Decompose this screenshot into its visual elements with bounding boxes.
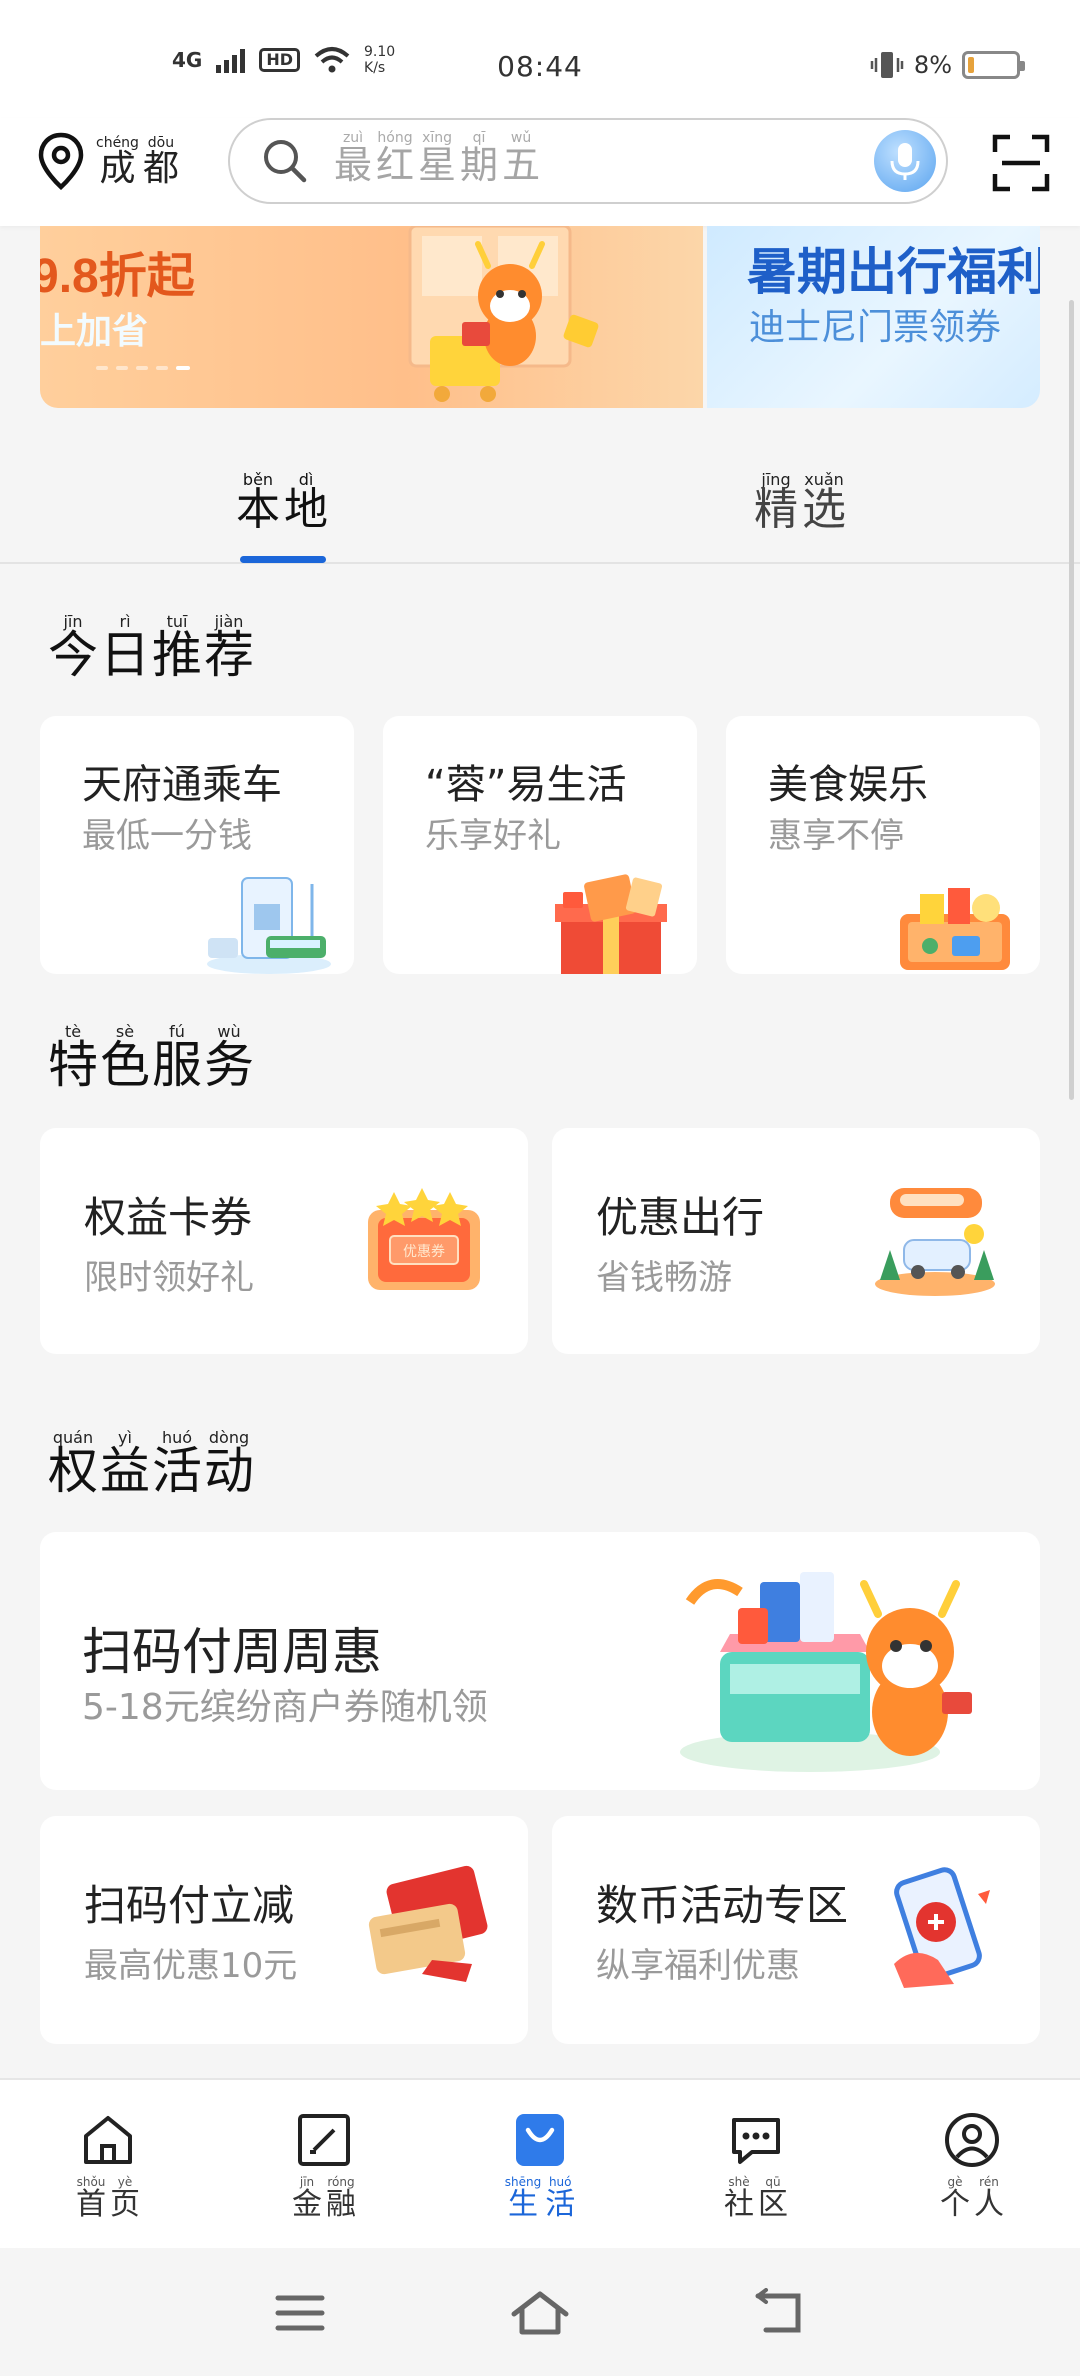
bottom-navigation: shǒu 首 yè 页 jīn 金 róng 融 shēng 生 huó 活 shè 社 qū… (0, 2078, 1080, 2248)
nav-home-label: shǒu 首 yè 页 (76, 2175, 140, 2222)
tab-selected-picks[interactable]: jīng 精 xuǎn 选 (754, 472, 846, 532)
search-placeholder: zuì 最 hóng 红 xīng 星 qī 期 wǔ 五 (334, 130, 541, 187)
tab-local[interactable]: běn 本 dì 地 (236, 472, 328, 532)
gift-box-icon (555, 874, 667, 974)
card-subtitle: 惠享不停 (768, 816, 904, 856)
battery-icon (962, 51, 1025, 79)
banner-discount-sub: 上加省 (40, 311, 149, 352)
card-food-entertainment[interactable]: 美食娱乐 惠享不停 (726, 716, 1040, 974)
vibrate-icon (870, 52, 904, 78)
card-title: 优惠出行 (596, 1193, 765, 1242)
content-tabs: běn 本 dì 地 jīng 精 xuǎn 选 (0, 460, 1080, 564)
card-coupons[interactable]: 权益卡券 限时领好礼 优惠券 (40, 1128, 528, 1354)
card-subtitle: 最低一分钱 (82, 816, 252, 856)
nav-community-label: shè 社 qū 区 (724, 2175, 788, 2222)
location-pin-icon (38, 132, 84, 190)
card-title: 扫码付立减 (84, 1881, 295, 1930)
card-rong-life[interactable]: “蓉”易生活 乐享好礼 (383, 716, 697, 974)
finance-icon (298, 2114, 350, 2166)
nav-finance[interactable]: jīn 金 róng 融 (264, 2110, 384, 2220)
section-title-today: jīn 今 rì 日 tuī 推 jiàn 荐 (48, 612, 254, 684)
home-button-icon[interactable] (508, 2288, 572, 2338)
nav-profile-label: gè 个 rén 人 (940, 2175, 1004, 2222)
active-tab-indicator (240, 556, 326, 563)
scan-icon[interactable] (992, 134, 1050, 192)
section-title-featured: tè 特 sè 色 fú 服 wù 务 (48, 1022, 254, 1094)
food-basket-icon (900, 888, 1010, 970)
card-title: 美食娱乐 (768, 762, 928, 808)
system-navigation-bar (0, 2248, 1080, 2376)
card-subtitle: 最高优惠10元 (84, 1946, 298, 1986)
back-icon[interactable] (748, 2288, 812, 2338)
search-bar[interactable]: zuì 最 hóng 红 xīng 星 qī 期 wǔ 五 (228, 118, 948, 204)
battery-percent: 8% (913, 51, 952, 79)
promo-banner[interactable]: 9.8折起 上加省 暑期出行福利 迪士尼门票领券 (40, 226, 1040, 408)
nav-life-label: shēng 生 huó 活 (504, 2175, 576, 2222)
home-icon (84, 2116, 132, 2164)
top-header: chéng 成 dōu 都 zuì 最 hóng 红 xīng 星 qī 期 wǔ 五 (0, 118, 1080, 226)
card-title: 权益卡券 (84, 1193, 253, 1242)
card-tianfu-transit[interactable]: 天府通乘车 最低一分钱 (40, 716, 354, 974)
phone-coin-icon (894, 1867, 990, 1988)
banner-slide-discount[interactable]: 9.8折起 上加省 (40, 226, 703, 408)
card-title: “蓉”易生活 (425, 762, 627, 808)
search-icon (264, 140, 307, 183)
scrollbar[interactable] (1069, 300, 1074, 1100)
profile-icon (945, 2113, 999, 2167)
microphone-icon (890, 143, 920, 180)
menu-icon[interactable] (268, 2288, 332, 2338)
nav-home[interactable]: shǒu 首 yè 页 (48, 2110, 168, 2220)
battery-fill (968, 57, 974, 73)
section-title-benefits: quán 权 yì 益 huó 活 dòng 动 (48, 1428, 254, 1500)
nav-profile[interactable]: gè 个 rén 人 (912, 2110, 1032, 2220)
card-discount-travel[interactable]: 优惠出行 省钱畅游 (552, 1128, 1040, 1354)
shopping-bag-icon (516, 2114, 564, 2166)
nav-finance-label: jīn 金 róng 融 (292, 2175, 356, 2222)
card-scan-pay-weekly[interactable]: 扫码付周周惠 5-18元缤纷商户券随机领 (40, 1532, 1040, 1790)
train-car-travel-icon (875, 1188, 995, 1296)
card-scan-pay-discount[interactable]: 扫码付立减 最高优惠10元 (40, 1816, 528, 2044)
card-title: 天府通乘车 (82, 762, 282, 808)
card-subtitle: 5-18元缤纷商户券随机领 (82, 1687, 488, 1728)
location-selector[interactable]: chéng 成 dōu 都 (36, 132, 179, 190)
card-subtitle: 乐享好礼 (425, 816, 561, 856)
chat-icon (732, 2118, 780, 2164)
card-title: 数币活动专区 (596, 1881, 849, 1930)
card-subtitle: 纵享福利优惠 (596, 1946, 800, 1986)
deer-mascot-shop-image (680, 1572, 972, 1772)
status-bar: 4G HD 9.10 K/s 08:44 8% (0, 0, 1080, 118)
deer-mascot-cart-image (408, 226, 599, 402)
banner-slide-travel[interactable]: 暑期出行福利 迪士尼门票领券 (707, 226, 1040, 408)
banner-travel-sub: 迪士尼门票领券 (749, 307, 1002, 348)
nav-community[interactable]: shè 社 qū 区 (696, 2110, 816, 2220)
status-right: 8% (870, 50, 1025, 80)
nav-life[interactable]: shēng 生 huó 活 (480, 2110, 600, 2220)
banner-discount-text: 9.8折起 (40, 250, 195, 303)
bus-transit-icon (207, 877, 331, 974)
red-envelope-card-icon (368, 1865, 488, 1982)
coupon-ticket-text: 优惠券 (403, 1244, 445, 1260)
banner-travel-title: 暑期出行福利 (747, 243, 1040, 301)
city-name: chéng 成 dōu 都 (96, 135, 179, 189)
card-subtitle: 省钱畅游 (596, 1258, 732, 1298)
voice-search-button[interactable] (874, 130, 936, 192)
banner-pagination (96, 366, 190, 370)
card-subtitle: 限时领好礼 (84, 1258, 254, 1298)
coupon-ticket-icon: 优惠券 (368, 1188, 480, 1290)
card-title: 扫码付周周惠 (82, 1623, 382, 1681)
card-digital-currency[interactable]: 数币活动专区 纵享福利优惠 (552, 1816, 1040, 2044)
